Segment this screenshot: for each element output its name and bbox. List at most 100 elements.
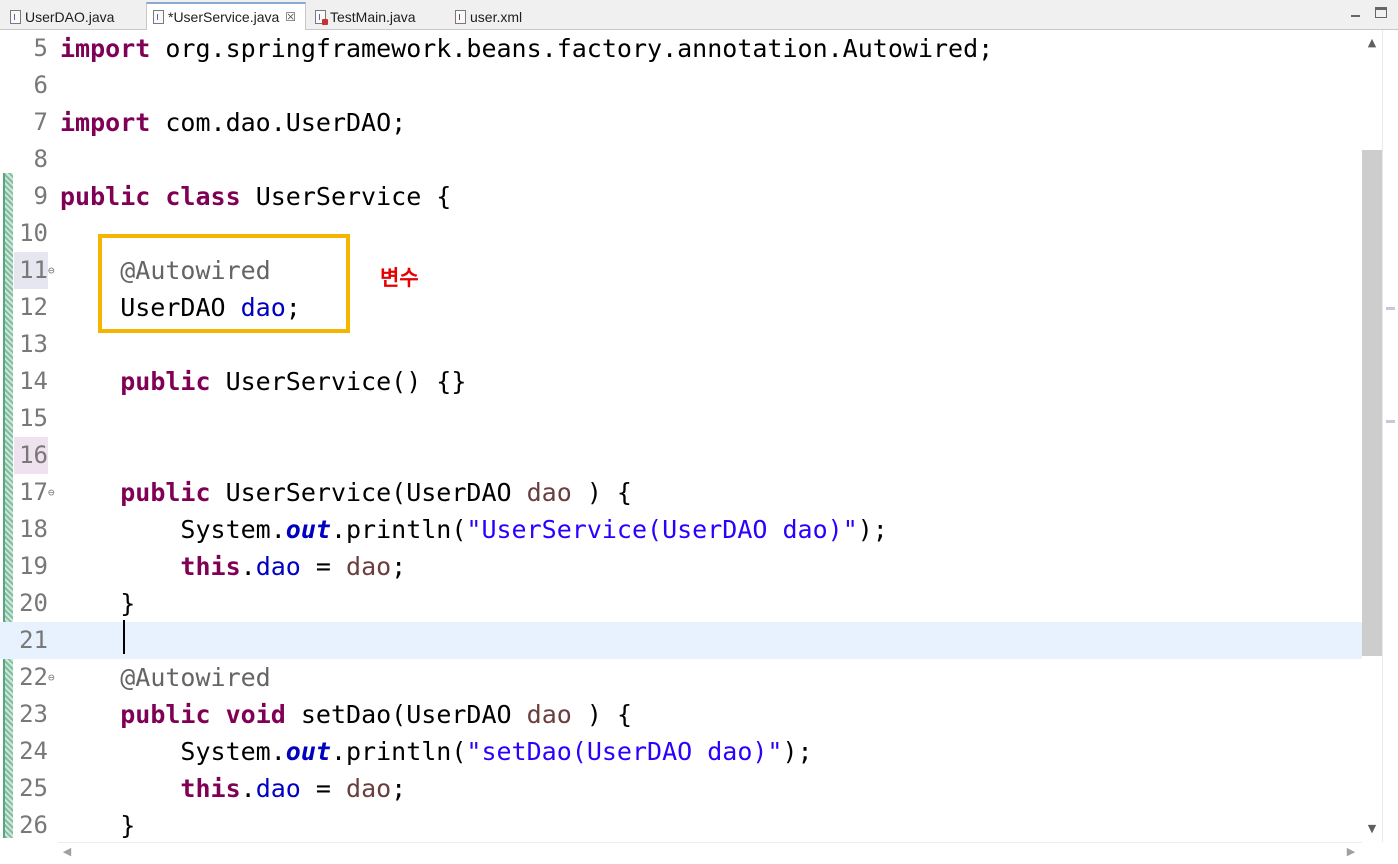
code-token: UserService(UserDAO <box>210 478 527 507</box>
code-token: class <box>165 182 241 211</box>
line-number: 22 <box>19 663 48 691</box>
code-line[interactable]: 23 public void setDao(UserDAO dao ) { <box>0 696 1362 733</box>
code-token: ); <box>857 515 888 544</box>
line-number: 15 <box>19 404 48 432</box>
vertical-scroll-thumb[interactable] <box>1362 150 1382 656</box>
scroll-left-icon[interactable]: ◀ <box>58 843 76 861</box>
line-number: 25 <box>19 774 48 802</box>
code-line[interactable]: 7 import com.dao.UserDAO; <box>0 104 1362 141</box>
code-token: .println( <box>330 737 467 766</box>
line-number: 17 <box>19 478 48 506</box>
code-line[interactable]: 18 System.out.println("UserService(UserD… <box>0 511 1362 548</box>
code-token: = <box>300 774 347 803</box>
tab-label: user.xml <box>470 9 523 25</box>
java-test-file-icon <box>315 10 328 25</box>
code-editor[interactable]: 5 import org.springframework.beans.factor… <box>0 30 1398 864</box>
code-token: public <box>120 478 211 507</box>
fold-toggle-icon[interactable]: ⊖ <box>48 659 58 696</box>
code-line[interactable]: 14 public UserService() {} <box>0 363 1362 400</box>
code-token: System. <box>60 737 286 766</box>
code-token: .println( <box>330 515 467 544</box>
line-number: 7 <box>33 108 48 136</box>
overview-marker[interactable] <box>1386 307 1395 310</box>
line-number: 11 <box>14 252 48 289</box>
line-number: 14 <box>19 367 48 395</box>
java-file-icon <box>153 10 164 24</box>
code-line[interactable]: 9 public class UserService { <box>0 178 1362 215</box>
line-number: 18 <box>19 515 48 543</box>
code-text: import com.dao.UserDAO; <box>60 104 406 141</box>
code-token: org.springframework.beans.factory.annota… <box>165 34 994 63</box>
code-token: void <box>225 700 286 729</box>
scroll-down-icon[interactable]: ▼ <box>1362 820 1382 838</box>
line-number: 16 <box>14 437 48 474</box>
code-line[interactable]: 24 System.out.println("setDao(UserDAO da… <box>0 733 1362 770</box>
code-line[interactable]: 20 } <box>0 585 1362 622</box>
code-token: . <box>240 774 256 803</box>
code-token: dao <box>346 552 392 581</box>
line-number: 10 <box>19 219 48 247</box>
text-caret <box>123 620 125 654</box>
tab-user-xml[interactable]: user.xml <box>449 4 559 30</box>
code-token: } <box>60 589 136 618</box>
code-line[interactable]: 22 ⊖ @Autowired <box>0 659 1362 696</box>
tab-userdao-java[interactable]: UserDAO.java <box>4 4 144 30</box>
line-number: 19 <box>19 552 48 580</box>
java-file-icon <box>10 10 21 24</box>
editor-tab-bar: UserDAO.java *UserService.java ☒ TestMai… <box>0 0 1398 30</box>
tab-label: *UserService.java <box>168 9 280 25</box>
code-text: public UserService(UserDAO dao ) { <box>60 474 632 511</box>
minimize-icon[interactable] <box>1349 6 1363 20</box>
code-token: dao <box>255 552 301 581</box>
code-text: this.dao = dao; <box>60 770 406 807</box>
code-text: System.out.println("setDao(UserDAO dao)"… <box>60 733 812 770</box>
code-token: } <box>60 811 136 840</box>
code-line[interactable]: 19 this.dao = dao; <box>0 548 1362 585</box>
code-line[interactable]: 8 <box>0 141 1362 178</box>
code-token: ) { <box>571 478 632 507</box>
code-token: dao <box>255 774 301 803</box>
code-line[interactable]: 16 <box>0 437 1362 474</box>
code-line[interactable]: 21 <box>0 622 1362 659</box>
code-token: dao <box>346 774 392 803</box>
code-text: } <box>60 807 135 844</box>
code-token: import <box>60 108 151 137</box>
code-token: @Autowired <box>120 663 271 692</box>
scroll-up-icon[interactable]: ▲ <box>1362 34 1382 52</box>
code-line[interactable]: 5 import org.springframework.beans.factor… <box>0 30 1362 67</box>
code-token: "UserService(UserDAO dao)" <box>466 515 858 544</box>
code-line[interactable]: 15 <box>0 400 1362 437</box>
overview-marker[interactable] <box>1386 420 1395 423</box>
code-token: dao <box>526 700 572 729</box>
scroll-right-icon[interactable]: ▶ <box>1342 843 1360 861</box>
highlight-box <box>98 234 350 333</box>
code-token: ; <box>391 552 407 581</box>
code-token: this <box>180 774 241 803</box>
code-line[interactable]: 6 <box>0 67 1362 104</box>
code-line[interactable]: 26 } <box>0 807 1362 844</box>
tab-userservice-java[interactable]: *UserService.java ☒ <box>146 2 306 30</box>
annotation-note: 변수 <box>380 266 419 290</box>
code-line[interactable]: 25 this.dao = dao; <box>0 770 1362 807</box>
code-token: this <box>180 552 241 581</box>
fold-toggle-icon[interactable]: ⊖ <box>48 474 58 511</box>
code-token: setDao(UserDAO <box>285 700 527 729</box>
tab-testmain-java[interactable]: TestMain.java <box>309 4 449 30</box>
line-number: 12 <box>19 293 48 321</box>
fold-toggle-icon[interactable]: ⊖ <box>48 252 58 289</box>
code-token: = <box>300 552 347 581</box>
overview-ruler <box>1382 30 1398 842</box>
tab-label: UserDAO.java <box>25 9 115 25</box>
line-number: 8 <box>33 145 48 173</box>
code-line[interactable]: 17 ⊖ public UserService(UserDAO dao ) { <box>0 474 1362 511</box>
maximize-icon[interactable] <box>1375 7 1387 18</box>
horizontal-scrollbar[interactable]: ◀ ▶ <box>58 842 1362 860</box>
line-number: 5 <box>33 34 48 62</box>
close-icon[interactable]: ☒ <box>285 10 296 24</box>
code-token: import <box>60 34 151 63</box>
